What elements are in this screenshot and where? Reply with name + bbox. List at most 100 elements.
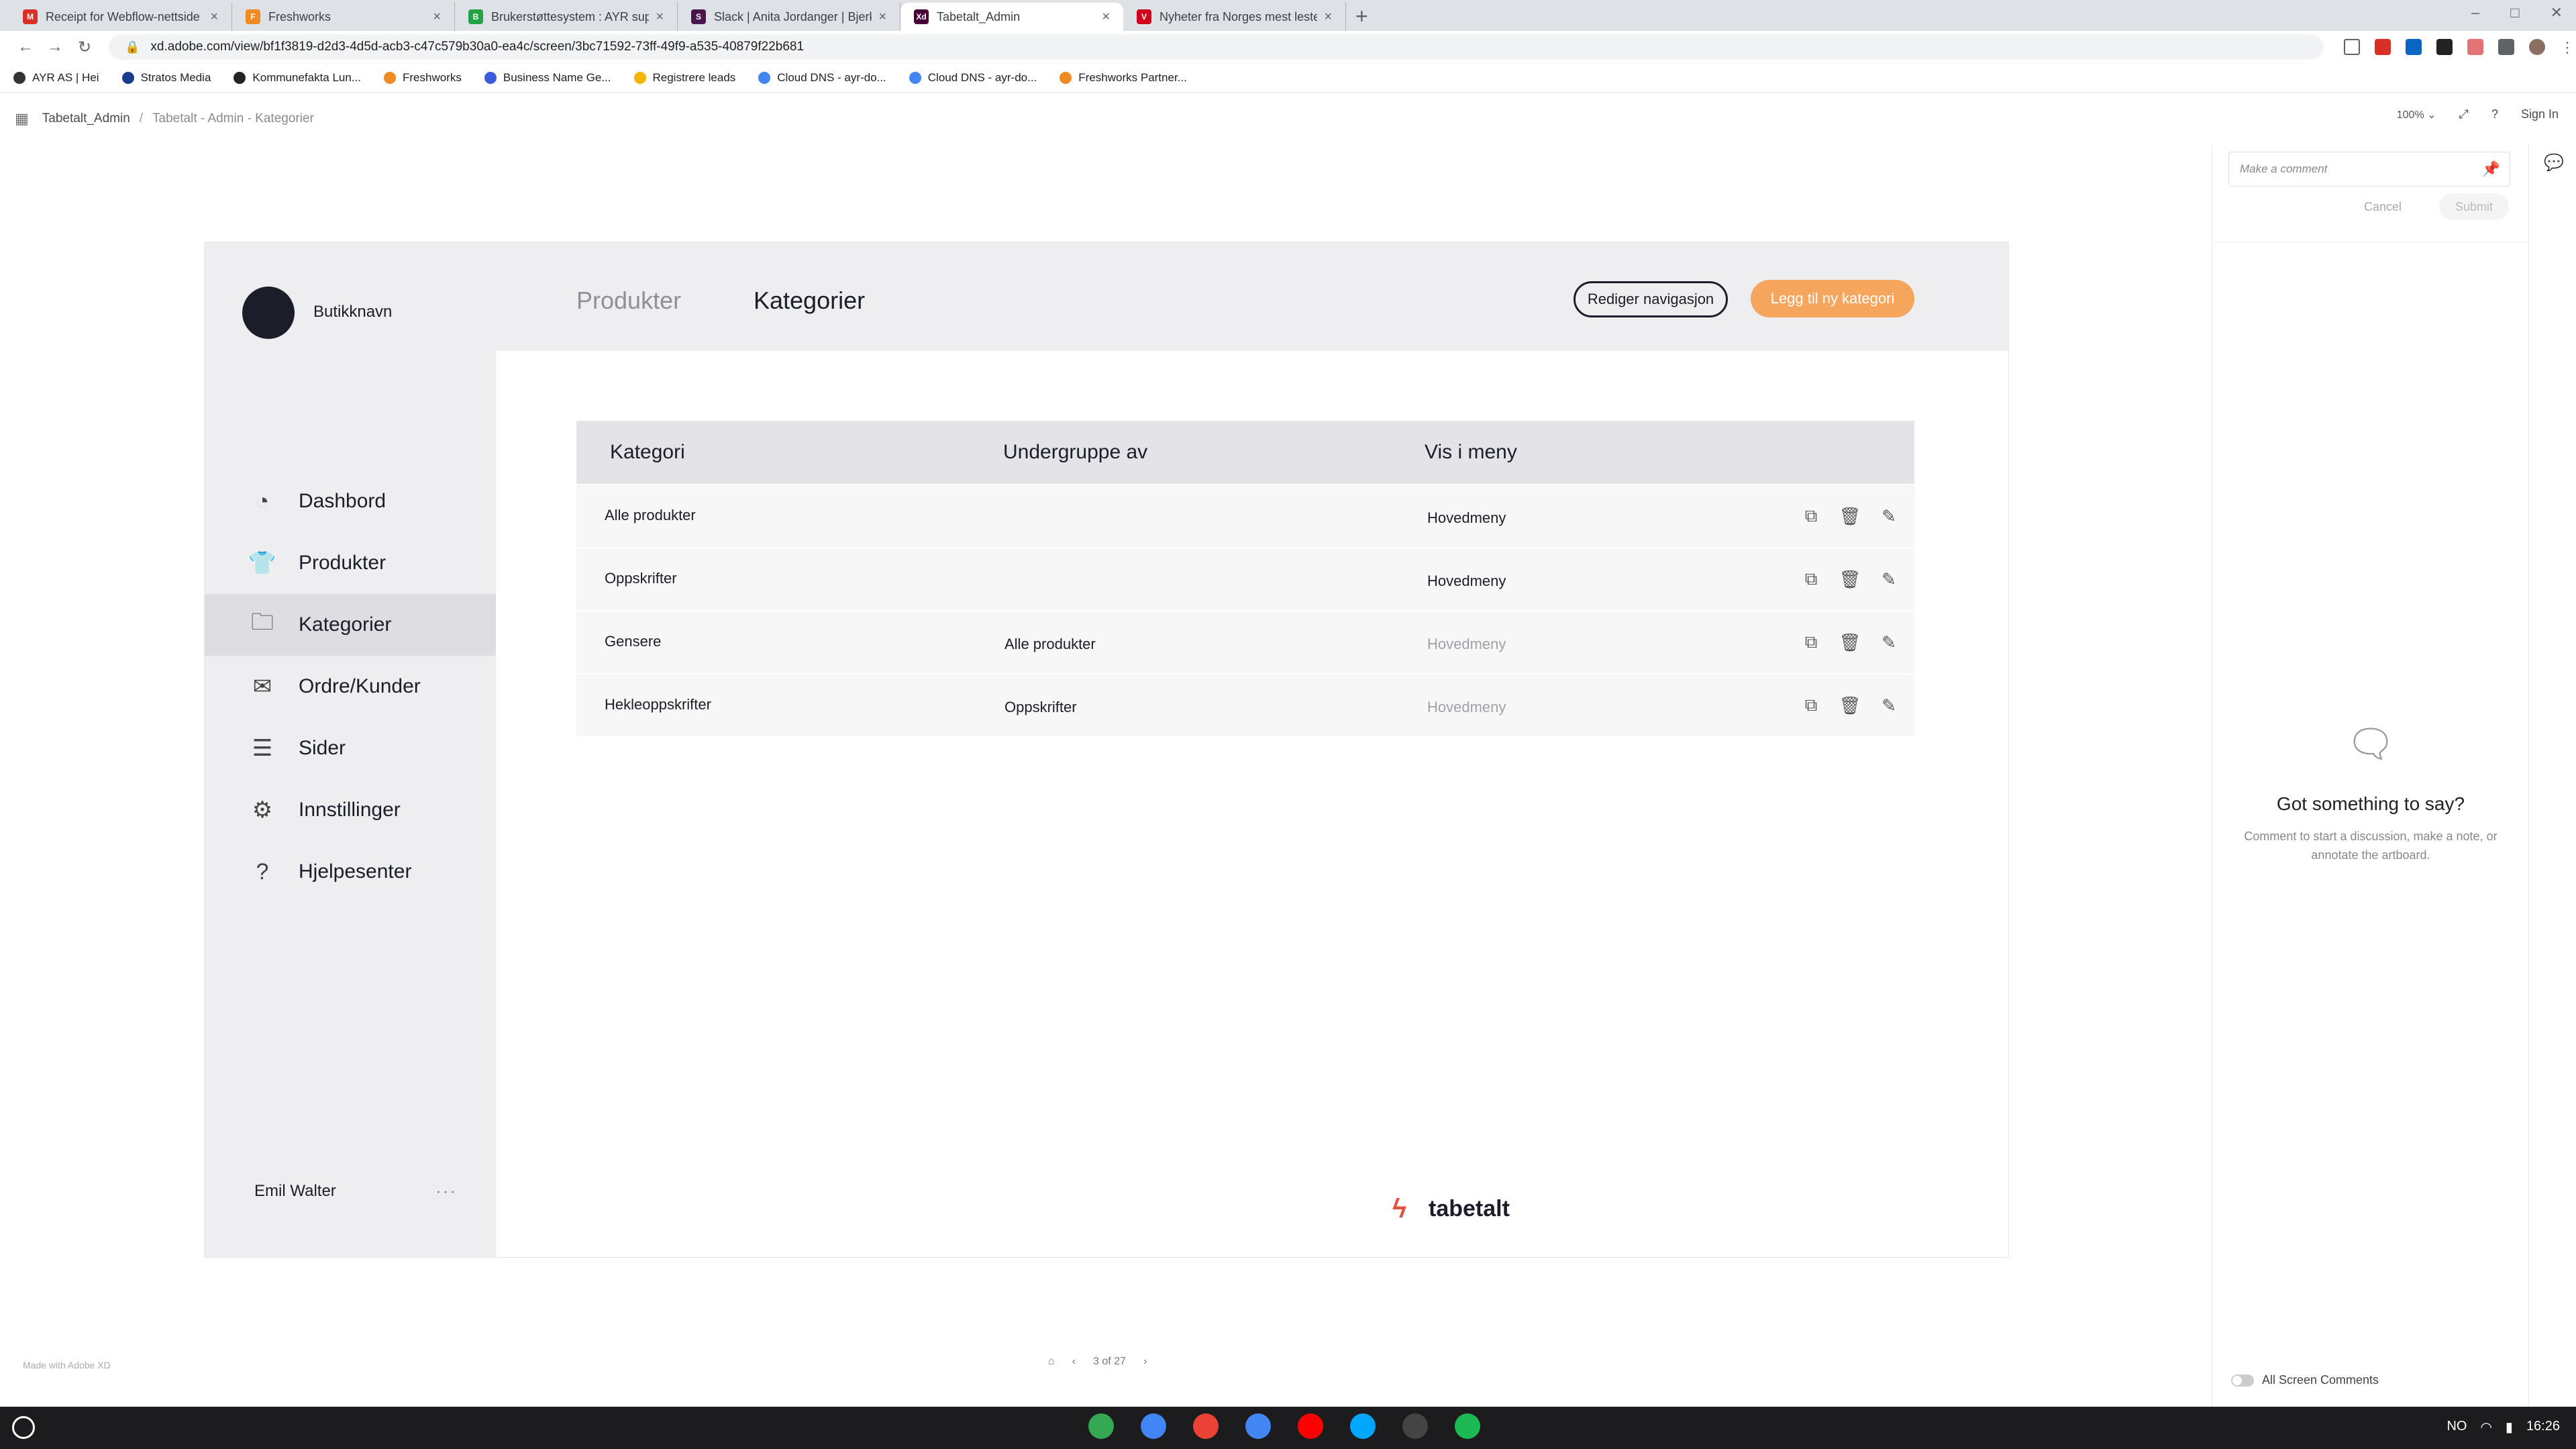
trash-icon[interactable]: 🗑 (1839, 632, 1861, 653)
sign-in-link[interactable]: Sign In (2521, 107, 2559, 121)
sidebar-item-innstillinger[interactable]: ⚙ Innstillinger (205, 779, 496, 841)
cancel-button[interactable]: Cancel (2364, 200, 2402, 214)
tab-produkter[interactable]: Produkter (576, 287, 681, 315)
bookmark-item[interactable]: Freshworks (384, 71, 462, 85)
dock-app-icon[interactable] (1193, 1413, 1219, 1439)
forward-icon[interactable]: → (40, 38, 70, 56)
dock-app-icon[interactable] (1402, 1413, 1428, 1439)
extensions-area: ⋮ (2344, 39, 2576, 56)
tab-title: Nyheter fra Norges mest leste n (1160, 9, 1318, 23)
close-tab-icon[interactable]: × (656, 9, 664, 25)
open-external-icon[interactable]: ⧉ (1800, 505, 1822, 527)
help-icon[interactable]: ? (2491, 107, 2498, 121)
cell-vis-i-meny: Hovedmeny (1427, 509, 1506, 526)
browser-tab[interactable]: Xd Tabetalt_Admin × (900, 3, 1123, 31)
browser-tab[interactable]: B Brukerstøttesystem : AYR suppo × (455, 3, 678, 31)
bookmark-item[interactable]: Cloud DNS - ayr-do... (758, 71, 886, 85)
dock-app-icon[interactable] (1298, 1413, 1323, 1439)
dock-app-icon[interactable] (1455, 1413, 1480, 1439)
close-window-icon[interactable]: ✕ (2551, 4, 2563, 21)
column-header-undergruppe: Undergruppe av (1003, 441, 1148, 463)
submit-button[interactable]: Submit (2439, 193, 2509, 220)
trash-icon[interactable]: 🗑 (1839, 505, 1861, 527)
sidebar-item-kategorier[interactable]: 🗀 Kategorier (205, 594, 496, 656)
fullscreen-icon[interactable]: ⤢ (2459, 107, 2469, 121)
puzzle-icon[interactable] (2498, 39, 2514, 55)
bookmark-favicon-icon (633, 71, 646, 84)
trash-icon[interactable]: 🗑 (1839, 568, 1861, 590)
extension-icon[interactable] (2436, 39, 2453, 55)
bookmark-item[interactable]: Kommunefakta Lun... (234, 71, 361, 85)
pencil-icon[interactable]: ✎ (1878, 505, 1900, 527)
profile-avatar[interactable] (2529, 39, 2545, 55)
tray-clock[interactable]: 16:26 (2526, 1419, 2560, 1436)
tray-language[interactable]: NO (2446, 1419, 2467, 1436)
sidebar-item-sider[interactable]: ☰ Sider (205, 717, 496, 779)
help-icon: ? (256, 858, 269, 885)
next-screen-icon[interactable]: › (1143, 1356, 1147, 1368)
pin-icon[interactable]: 📌 (2482, 160, 2500, 178)
breadcrumb-screen: Tabetalt - Admin - Kategorier (152, 111, 314, 126)
bookmark-favicon-icon (13, 71, 25, 84)
launcher-icon[interactable] (12, 1416, 35, 1439)
bookmark-item[interactable]: AYR AS | Hei (13, 71, 99, 85)
menu-dots-icon[interactable]: ⋮ (2560, 39, 2576, 56)
back-icon[interactable]: ← (11, 38, 40, 56)
address-bar[interactable]: 🔒 xd.adobe.com/view/bf1f3819-d2d3-4d5d-a… (109, 34, 2324, 60)
bookmark-item[interactable]: Stratos Media (121, 71, 211, 85)
pencil-icon[interactable]: ✎ (1878, 695, 1900, 716)
open-external-icon[interactable]: ⧉ (1800, 632, 1822, 653)
user-menu-icon[interactable]: ··· (435, 1181, 457, 1201)
close-tab-icon[interactable]: × (1102, 9, 1110, 25)
dock-app-icon[interactable] (1350, 1413, 1376, 1439)
bookmark-item[interactable]: Registrere leads (633, 71, 735, 85)
close-tab-icon[interactable]: × (433, 9, 441, 25)
bookmark-item[interactable]: Business Name Ge... (484, 71, 611, 85)
column-header-vis-i-meny: Vis i meny (1425, 441, 1517, 463)
maximize-icon[interactable]: □ (2510, 4, 2519, 21)
pencil-icon[interactable]: ✎ (1878, 568, 1900, 590)
close-tab-icon[interactable]: × (210, 9, 218, 25)
comment-input[interactable]: Make a comment 📌 (2228, 152, 2510, 187)
tab-favicon-icon: S (691, 9, 706, 24)
grid-icon[interactable]: ▦ (15, 110, 29, 128)
close-tab-icon[interactable]: × (878, 9, 886, 25)
open-external-icon[interactable]: ⧉ (1800, 695, 1822, 716)
dock-app-icon[interactable] (1245, 1413, 1271, 1439)
new-tab-button[interactable]: + (1355, 3, 1368, 31)
star-icon[interactable] (2344, 39, 2360, 55)
all-screen-toggle[interactable] (2231, 1374, 2254, 1387)
zoom-select[interactable]: 100% ⌄ (2397, 108, 2436, 121)
minimize-icon[interactable]: – (2471, 4, 2479, 21)
dock-app-icon[interactable] (1141, 1413, 1166, 1439)
browser-tab[interactable]: S Slack | Anita Jordanger | Bjerk × (678, 3, 900, 31)
bookmark-item[interactable]: Cloud DNS - ayr-do... (909, 71, 1037, 85)
edit-navigation-button[interactable]: Rediger navigasjon (1574, 281, 1728, 317)
sidebar-item-produkter[interactable]: 👕 Produkter (205, 532, 496, 594)
reload-icon[interactable]: ↻ (70, 38, 99, 57)
sidebar-item-ordre-kunder[interactable]: ✉ Ordre/Kunder (205, 656, 496, 717)
browser-tab[interactable]: F Freshworks × (232, 3, 455, 31)
dock-app-icon[interactable] (1088, 1413, 1114, 1439)
home-icon[interactable]: ⌂ (1048, 1356, 1055, 1368)
sidebar-item-label: Hjelpesenter (299, 860, 412, 883)
breadcrumb-project[interactable]: Tabetalt_Admin (42, 111, 130, 126)
tab-favicon-icon: Xd (914, 9, 929, 24)
close-tab-icon[interactable]: × (1324, 9, 1332, 25)
open-external-icon[interactable]: ⧉ (1800, 568, 1822, 590)
extension-icon[interactable] (2375, 39, 2391, 55)
linkedin-icon[interactable] (2406, 39, 2422, 55)
pencil-icon[interactable]: ✎ (1878, 632, 1900, 653)
comments-icon[interactable]: 💬 (2544, 153, 2564, 173)
extension-icon[interactable] (2467, 39, 2483, 55)
add-category-button[interactable]: Legg til ny kategori (1751, 280, 1914, 317)
tab-kategorier[interactable]: Kategorier (754, 287, 865, 315)
prev-screen-icon[interactable]: ‹ (1072, 1356, 1076, 1368)
browser-tab[interactable]: M Receipt for Webflow-nettside - b × (9, 3, 232, 31)
trash-icon[interactable]: 🗑 (1839, 695, 1861, 716)
bookmark-item[interactable]: Freshworks Partner... (1060, 71, 1187, 85)
browser-tab[interactable]: V Nyheter fra Norges mest leste n × (1123, 3, 1346, 31)
sidebar-item-dashbord[interactable]: ◔ Dashbord (205, 470, 496, 532)
sidebar-item-hjelpesenter[interactable]: ? Hjelpesenter (205, 841, 496, 903)
folder-icon: 🗀 (251, 609, 274, 635)
